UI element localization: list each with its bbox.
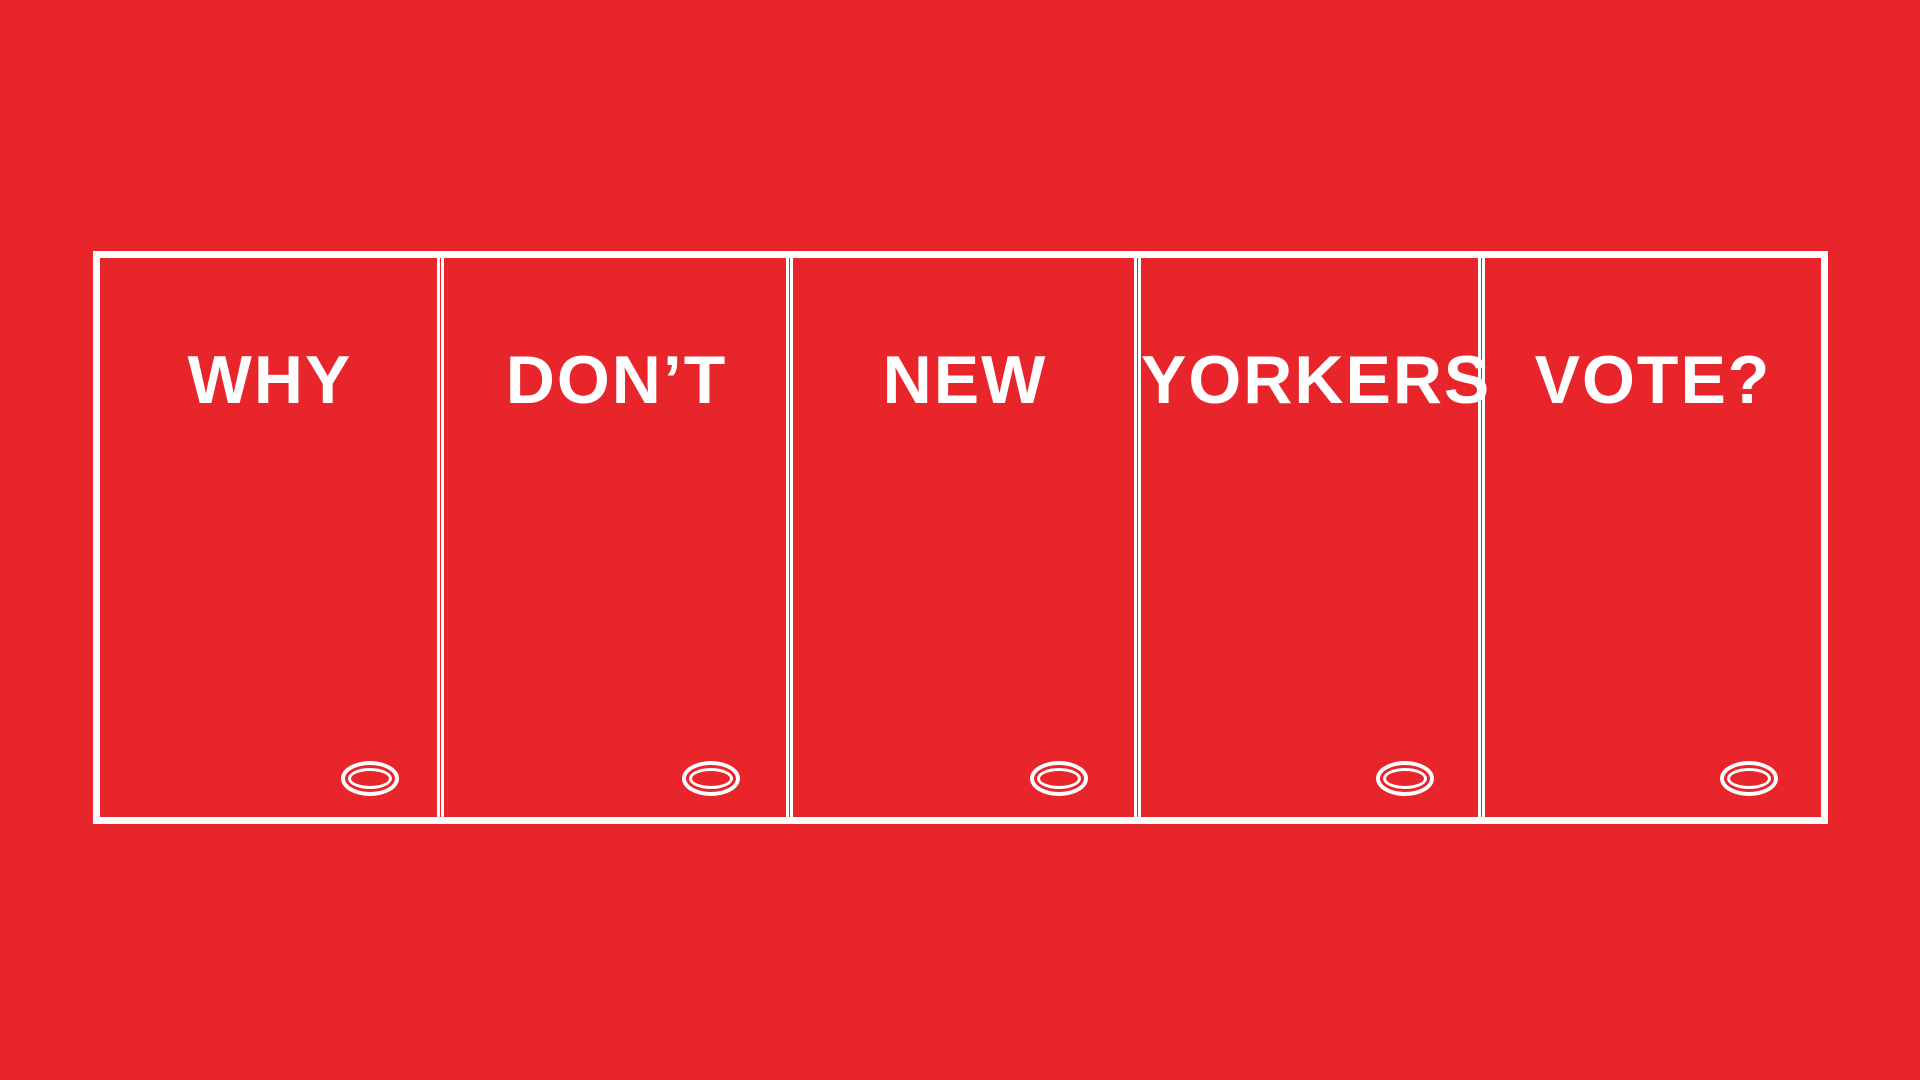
ballot-oval[interactable]	[341, 761, 399, 796]
cell-divider	[1134, 258, 1137, 817]
ballot-oval[interactable]	[1376, 761, 1434, 796]
cell-divider	[437, 258, 440, 817]
ballot-grid: WHY DON’T NEW YORKERS VOTE?	[93, 251, 1828, 824]
ballot-oval[interactable]	[1030, 761, 1088, 796]
ballot-word: NEW	[882, 342, 1048, 418]
ballot-cell-vote: VOTE?	[1485, 258, 1821, 817]
ballot-cell-why: WHY	[100, 258, 440, 817]
ballot-word: YORKERS	[1141, 342, 1492, 418]
ballot-oval[interactable]	[682, 761, 740, 796]
ballot-word: VOTE?	[1534, 342, 1772, 418]
ballot-cell-new: NEW	[793, 258, 1137, 817]
ballot-oval[interactable]	[1720, 761, 1778, 796]
ballot-word: WHY	[187, 342, 353, 418]
ballot-cell-dont: DON’T	[444, 258, 789, 817]
ballot-word: DON’T	[505, 342, 728, 418]
ballot-cell-yorkers: YORKERS	[1141, 258, 1492, 817]
cell-divider	[1478, 258, 1481, 817]
cell-divider	[786, 258, 789, 817]
